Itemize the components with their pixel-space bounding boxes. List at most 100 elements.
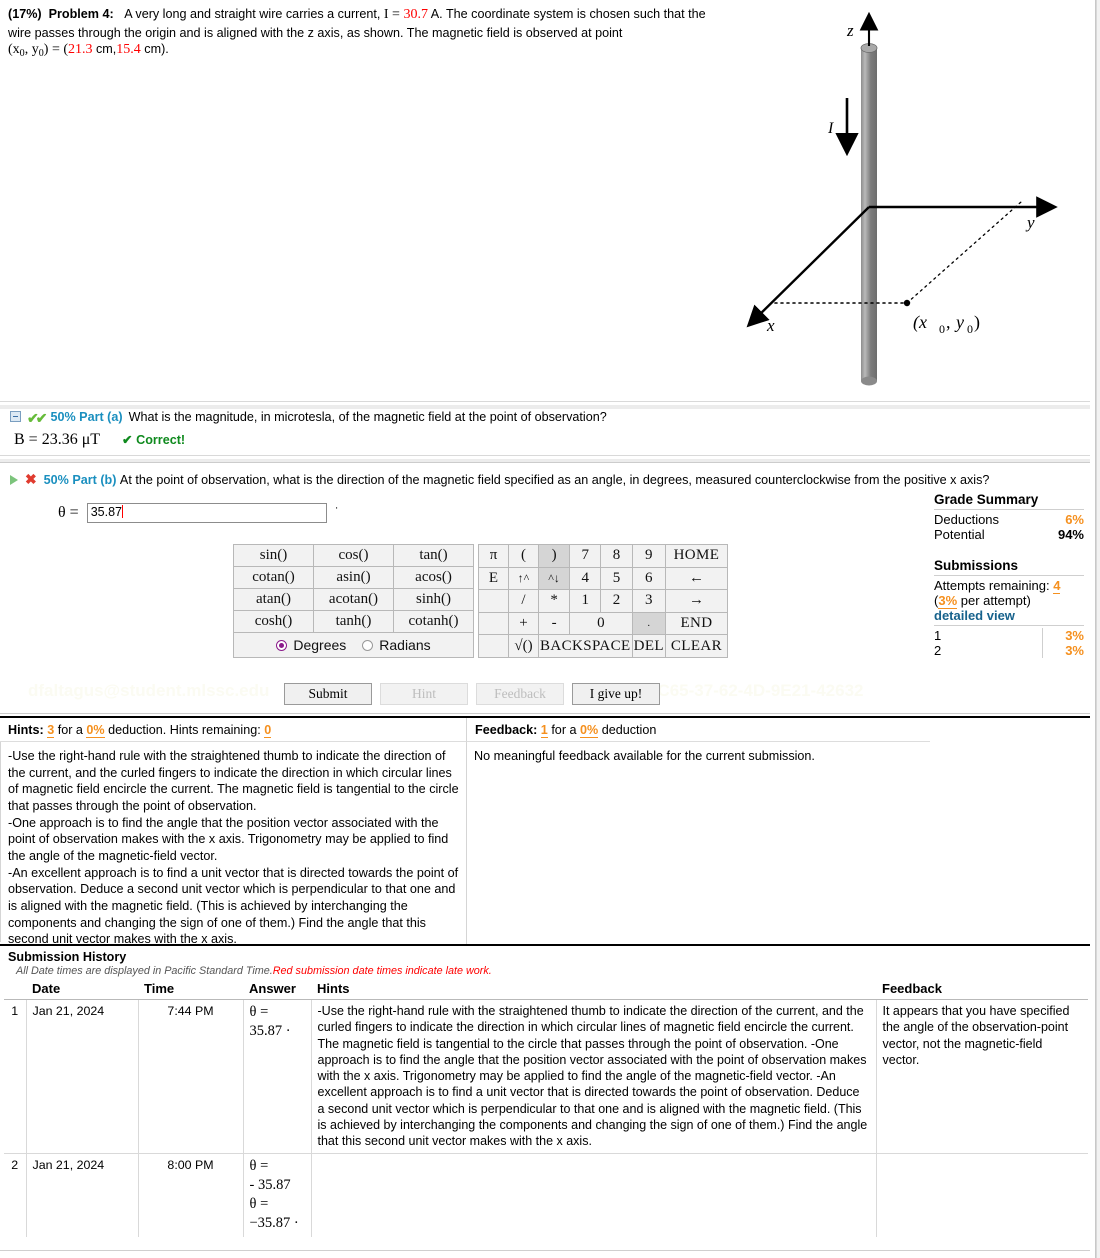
col-time: Time bbox=[138, 980, 243, 1000]
calc-key-multiply[interactable]: * bbox=[537, 589, 571, 613]
action-buttons: Submit Hint Feedback I give up! bbox=[284, 683, 660, 705]
calc-key-9[interactable]: 9 bbox=[631, 544, 666, 568]
svg-text:,: , bbox=[946, 312, 951, 332]
svg-text:): ) bbox=[974, 312, 980, 333]
expand-icon[interactable] bbox=[10, 475, 18, 485]
part-a-answer: B = 23.36 μT bbox=[14, 431, 101, 448]
give-up-button[interactable]: I give up! bbox=[572, 683, 660, 705]
calc-key-exponent-down[interactable]: ^↓ bbox=[537, 566, 571, 591]
calc-key-sqrt[interactable]: √() bbox=[508, 634, 539, 658]
divider-after-figure bbox=[0, 401, 1090, 402]
submission-history: Submission History All Date times are di… bbox=[0, 944, 1090, 1237]
calc-key-2[interactable]: 2 bbox=[600, 589, 633, 613]
calc-key-cotan[interactable]: cotan() bbox=[233, 566, 314, 589]
hints-label: Hints: bbox=[8, 723, 44, 737]
calc-key-1[interactable]: 1 bbox=[569, 589, 602, 613]
note-normal: All Date times are displayed in Pacific … bbox=[16, 965, 273, 977]
submit-button[interactable]: Submit bbox=[284, 683, 372, 705]
calc-key-decimal[interactable]: . bbox=[631, 611, 666, 636]
calc-key-acos[interactable]: acos() bbox=[393, 566, 474, 589]
calc-key-sin[interactable]: sin() bbox=[233, 544, 314, 567]
row-2-feedback bbox=[875, 1153, 1088, 1237]
degree-symbol: · bbox=[334, 502, 339, 514]
problem-label: Problem 4: bbox=[48, 7, 114, 21]
col-feedback: Feedback bbox=[876, 980, 1088, 1000]
submission-history-table: Date Time Answer Hints Feedback 1 Jan 21… bbox=[4, 980, 1088, 1237]
calc-key-cos[interactable]: cos() bbox=[313, 544, 394, 567]
hints-feedback-panes: Hints: 3 for a 0% deduction. Hints remai… bbox=[0, 716, 1090, 946]
answer-input[interactable]: 35.87 bbox=[86, 503, 327, 523]
row-2-time: 8:00 PM bbox=[137, 1153, 243, 1237]
submission-history-note: All Date times are displayed in Pacific … bbox=[0, 964, 1090, 980]
x0-unit: cm, bbox=[96, 42, 117, 57]
calc-key-cotanh[interactable]: cotanh() bbox=[393, 610, 474, 633]
wire-figure: z I y x (x 0 , y 0 ) bbox=[735, 6, 1085, 398]
watermark-left: dfaltagus@student.mlssc.edu bbox=[28, 681, 270, 700]
row-2-answer: θ = - 35.87 θ = −35.87 · bbox=[242, 1153, 311, 1237]
calc-key-6[interactable]: 6 bbox=[631, 566, 666, 591]
svg-text:x: x bbox=[766, 316, 775, 335]
calc-key-blank-2 bbox=[478, 611, 509, 636]
calc-key-backspace[interactable]: BACKSPACE bbox=[538, 634, 633, 658]
problem-text-1: A very long and straight wire carries a … bbox=[124, 7, 381, 21]
attempt-row-2: 2 3% bbox=[934, 643, 1084, 658]
calc-key-acotan[interactable]: acotan() bbox=[313, 588, 394, 611]
y0-value: 15.4 bbox=[116, 42, 141, 58]
detailed-view-link[interactable]: detailed view bbox=[934, 608, 1084, 626]
hints-count: 3 bbox=[47, 723, 55, 738]
calc-key-atan[interactable]: atan() bbox=[233, 588, 314, 611]
calc-key-tanh[interactable]: tanh() bbox=[313, 610, 394, 633]
x0-value: 21.3 bbox=[68, 42, 93, 58]
deductions-value: 6% bbox=[1065, 512, 1084, 527]
calc-key-5[interactable]: 5 bbox=[600, 566, 633, 591]
calc-key-3[interactable]: 3 bbox=[631, 589, 666, 613]
calc-key-end[interactable]: END bbox=[664, 611, 728, 636]
radio-degrees[interactable] bbox=[276, 639, 288, 651]
attempts-value: 4 bbox=[1053, 578, 1061, 594]
row-1-hints: -Use the right-hand rule with the straig… bbox=[310, 998, 876, 1154]
calc-key-divide[interactable]: / bbox=[508, 589, 539, 613]
note-red: Red submission date times indicate late … bbox=[272, 965, 492, 977]
calc-key-arrow-left[interactable]: ← bbox=[664, 566, 728, 591]
calc-key-clear[interactable]: CLEAR bbox=[664, 634, 728, 658]
right-scroll-rail[interactable] bbox=[1096, 0, 1100, 1258]
part-b-percent: 50% Part (b) bbox=[43, 473, 117, 487]
calc-key-minus[interactable]: - bbox=[537, 611, 571, 636]
hints-deduction: 0% bbox=[86, 723, 105, 738]
svg-text:I: I bbox=[827, 120, 834, 137]
calculator-keypad[interactable]: sin() cos() tan() cotan() asin() acos() … bbox=[233, 544, 728, 658]
col-hints: Hints bbox=[311, 980, 876, 1000]
calculator-functions-table: sin() cos() tan() cotan() asin() acos() … bbox=[233, 544, 474, 658]
calc-key-arrow-right[interactable]: → bbox=[664, 589, 728, 613]
y0-unit: cm). bbox=[144, 42, 169, 57]
grade-summary-panel: Grade Summary Deductions 6% Potential 94… bbox=[934, 492, 1084, 658]
part-b-question: At the point of observation, what is the… bbox=[119, 473, 990, 487]
calc-key-8[interactable]: 8 bbox=[600, 544, 633, 568]
submission-history-title: Submission History bbox=[8, 950, 127, 964]
theta-label: θ = bbox=[58, 504, 79, 521]
current-unit: A. bbox=[430, 7, 443, 21]
calc-key-sinh[interactable]: sinh() bbox=[393, 588, 474, 611]
calc-key-del[interactable]: DEL bbox=[631, 634, 666, 658]
calc-key-tan[interactable]: tan() bbox=[393, 544, 474, 567]
calc-key-pi[interactable]: π bbox=[478, 544, 509, 568]
part-a-section: ✔✔ 50% Part (a) What is the magnitude, i… bbox=[0, 410, 1090, 449]
calc-key-exponent-up[interactable]: ↑^ bbox=[508, 566, 539, 591]
calc-key-asin[interactable]: asin() bbox=[313, 566, 394, 589]
calc-key-cosh[interactable]: cosh() bbox=[233, 610, 314, 633]
collapse-icon[interactable] bbox=[10, 411, 21, 422]
calc-key-open-paren[interactable]: ( bbox=[508, 544, 539, 568]
col-index bbox=[4, 980, 26, 1000]
calc-key-7[interactable]: 7 bbox=[569, 544, 602, 568]
calc-key-e[interactable]: E bbox=[478, 566, 509, 591]
calc-key-plus[interactable]: + bbox=[508, 611, 539, 636]
feedback-label: Feedback: bbox=[475, 723, 538, 737]
calc-key-home[interactable]: HOME bbox=[664, 544, 728, 568]
calc-key-close-paren[interactable]: ) bbox=[537, 544, 571, 568]
calc-key-4[interactable]: 4 bbox=[569, 566, 602, 591]
hints-mid-1: for a bbox=[57, 723, 83, 737]
attempt-2-num: 2 bbox=[934, 643, 942, 658]
calc-key-0[interactable]: 0 bbox=[569, 611, 633, 636]
observation-point-lhs: (x0, y0) bbox=[8, 42, 49, 60]
radio-radians[interactable] bbox=[362, 639, 374, 651]
